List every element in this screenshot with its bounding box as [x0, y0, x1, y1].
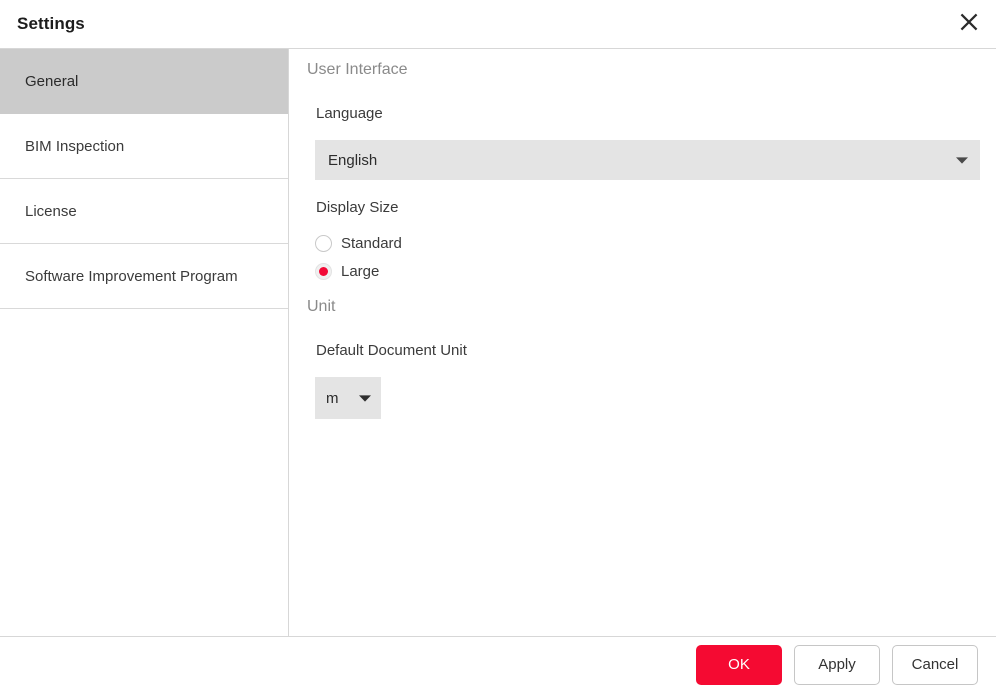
language-dropdown-value: English — [328, 152, 377, 169]
apply-button[interactable]: Apply — [794, 645, 880, 685]
settings-sidebar: General BIM Inspection License Software … — [0, 49, 289, 636]
display-size-label: Display Size — [316, 199, 399, 216]
radio-option-label: Standard — [341, 235, 402, 252]
close-icon — [959, 12, 979, 35]
default-document-unit-value: m — [326, 390, 339, 407]
default-document-unit-dropdown[interactable]: m — [315, 377, 381, 419]
radio-checked-icon — [315, 263, 332, 280]
chevron-down-icon — [955, 155, 969, 165]
sidebar-item-label: BIM Inspection — [25, 138, 124, 155]
display-size-radio-group: Standard Large — [315, 229, 402, 285]
section-header-user-interface: User Interface — [307, 61, 407, 79]
radio-option-standard[interactable]: Standard — [315, 229, 402, 257]
section-header-unit: Unit — [307, 298, 335, 316]
language-label: Language — [316, 105, 383, 122]
sidebar-item-general[interactable]: General — [0, 49, 288, 114]
sidebar-item-label: License — [25, 203, 77, 220]
dialog-footer: OK Apply Cancel — [0, 636, 996, 692]
settings-content-panel: User Interface Language English Display … — [289, 49, 996, 636]
dialog-body: General BIM Inspection License Software … — [0, 49, 996, 636]
radio-unchecked-icon — [315, 235, 332, 252]
radio-option-large[interactable]: Large — [315, 257, 402, 285]
cancel-button[interactable]: Cancel — [892, 645, 978, 685]
sidebar-item-license[interactable]: License — [0, 179, 288, 244]
radio-option-label: Large — [341, 263, 379, 280]
language-dropdown[interactable]: English — [315, 140, 980, 180]
default-document-unit-label: Default Document Unit — [316, 342, 467, 359]
dialog-title: Settings — [17, 14, 85, 34]
settings-dialog: Settings General BIM Inspection License … — [0, 0, 996, 692]
close-button[interactable] — [942, 0, 996, 47]
sidebar-item-label: Software Improvement Program — [25, 268, 238, 285]
chevron-down-icon — [358, 393, 372, 403]
ok-button[interactable]: OK — [696, 645, 782, 685]
sidebar-item-bim-inspection[interactable]: BIM Inspection — [0, 114, 288, 179]
sidebar-item-label: General — [25, 73, 78, 90]
dialog-titlebar: Settings — [0, 0, 996, 49]
sidebar-item-software-improvement-program[interactable]: Software Improvement Program — [0, 244, 288, 309]
